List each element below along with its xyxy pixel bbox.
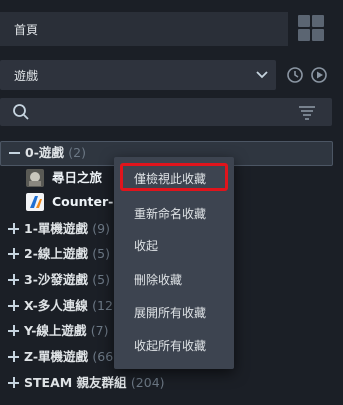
collection-count: (5) (92, 246, 110, 261)
collection-name: STEAM 親友群組 (24, 375, 127, 390)
expand-icon[interactable] (8, 325, 19, 336)
collection-count: (7) (90, 323, 109, 338)
collection-count: (204) (130, 375, 165, 390)
collection-name: 0-遊戲 (25, 145, 64, 160)
game-row[interactable]: 尋日之旅 (26, 167, 126, 189)
expand-icon[interactable] (8, 248, 19, 259)
game-name: Counter-S (52, 194, 123, 209)
recent-clock-icon[interactable] (284, 64, 306, 86)
collection-count: (9) (92, 221, 110, 236)
collection-count: (2) (68, 145, 86, 160)
menu-item-label: 刪除收藏 (134, 273, 183, 287)
menu-item-label: 收起所有收藏 (134, 339, 207, 353)
counter-strike-logo-icon (26, 193, 44, 211)
collection-header[interactable]: STEAM 親友群組 (204) (0, 372, 332, 394)
game-name: 尋日之旅 (52, 170, 103, 185)
expand-icon[interactable] (8, 351, 19, 362)
collection-count: (5) (92, 272, 110, 287)
expand-icon[interactable] (8, 300, 19, 311)
home-label: 首頁 (14, 23, 39, 37)
filter-lines-icon[interactable] (298, 104, 316, 120)
chevron-down-icon (256, 71, 268, 79)
filter-selected-label: 遊戲 (14, 69, 39, 83)
collection-name: 2-線上遊戲 (24, 246, 88, 261)
collection-context-menu: 僅檢視此收藏 重新命名收藏 收起 刪除收藏 展開所有收藏 收起所有收藏 (114, 157, 234, 369)
menu-item-collapse-all[interactable]: 收起所有收藏 (114, 329, 234, 363)
menu-item-expand-all[interactable]: 展開所有收藏 (114, 296, 234, 330)
collection-name: X-多人連線 (24, 298, 88, 313)
game-thumbnail-icon (26, 169, 44, 187)
menu-item-label: 展開所有收藏 (134, 306, 207, 320)
collection-name: 3-沙發遊戲 (24, 272, 88, 287)
expand-icon[interactable] (8, 377, 19, 388)
expand-icon[interactable] (8, 274, 19, 285)
collection-name: Y-線上遊戲 (24, 323, 87, 338)
collapse-icon[interactable] (9, 147, 20, 158)
menu-item-label: 重新命名收藏 (134, 207, 207, 221)
game-row[interactable]: Counter-S (26, 191, 126, 213)
expand-icon[interactable] (8, 223, 19, 234)
menu-item-view-only-this[interactable]: 僅檢視此收藏 (114, 162, 234, 196)
grid-view-icon[interactable] (296, 13, 326, 43)
home-button[interactable]: 首頁 (0, 12, 288, 46)
search-icon (13, 104, 29, 120)
menu-item-label: 僅檢視此收藏 (134, 172, 207, 186)
menu-item-label: 收起 (134, 239, 159, 253)
menu-item-rename[interactable]: 重新命名收藏 (114, 197, 234, 231)
menu-item-collapse[interactable]: 收起 (114, 229, 234, 263)
library-filter-select[interactable]: 遊戲 (0, 60, 276, 90)
menu-item-delete[interactable]: 刪除收藏 (114, 263, 234, 297)
scrollbar[interactable] (335, 140, 341, 395)
collection-name: Z-單機遊戲 (24, 349, 89, 364)
search-input[interactable] (0, 98, 332, 126)
play-circle-icon[interactable] (308, 64, 330, 86)
collection-name: 1-單機遊戲 (24, 221, 88, 236)
